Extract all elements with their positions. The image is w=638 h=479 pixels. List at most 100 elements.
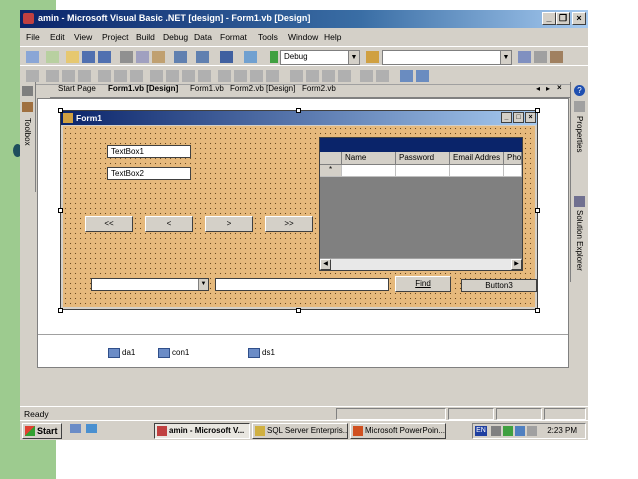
tray-app-icon[interactable] xyxy=(491,426,501,436)
grid-cell[interactable] xyxy=(342,165,396,177)
previous-record-button[interactable]: < xyxy=(145,216,193,232)
server-explorer-icon[interactable] xyxy=(22,86,33,96)
menu-view[interactable]: View xyxy=(74,32,92,42)
resize-handle[interactable] xyxy=(535,108,540,113)
menu-data[interactable]: Data xyxy=(194,32,212,42)
grid-column-password[interactable]: Password xyxy=(396,152,450,165)
language-indicator[interactable]: EN xyxy=(475,426,487,436)
search-combobox[interactable]: ▼ xyxy=(91,278,209,291)
chevron-down-icon[interactable]: ▼ xyxy=(500,51,511,64)
tab-form1-code[interactable]: Form1.vb xyxy=(190,84,224,93)
tab-form2-design[interactable]: Form2.vb [Design] xyxy=(230,84,295,93)
minimize-button[interactable]: _ xyxy=(542,12,556,25)
grid-cell[interactable] xyxy=(450,165,504,177)
center-vertically-icon[interactable] xyxy=(376,70,389,82)
align-rights-icon[interactable] xyxy=(78,70,91,82)
menu-tools[interactable]: Tools xyxy=(258,32,278,42)
resize-handle[interactable] xyxy=(535,308,540,313)
scroll-right-icon[interactable]: ▶ xyxy=(511,259,522,270)
show-desktop-icon[interactable] xyxy=(70,424,81,433)
title-bar[interactable]: amin - Microsoft Visual Basic .NET [desi… xyxy=(20,10,588,28)
menu-edit[interactable]: Edit xyxy=(50,32,65,42)
increase-spacing-icon[interactable] xyxy=(234,70,247,82)
decrease-spacing-icon[interactable] xyxy=(250,70,263,82)
tray-app-icon[interactable] xyxy=(515,426,525,436)
clock[interactable]: 2:23 PM xyxy=(547,426,577,435)
paste-icon[interactable] xyxy=(152,51,165,63)
start-icon[interactable] xyxy=(270,51,278,63)
help-icon[interactable]: ? xyxy=(574,85,585,96)
align-tops-icon[interactable] xyxy=(98,70,111,82)
center-horizontally-icon[interactable] xyxy=(360,70,373,82)
first-record-button[interactable]: << xyxy=(85,216,133,232)
tray-dataset[interactable]: ds1 xyxy=(248,348,275,358)
cut-icon[interactable] xyxy=(120,51,133,63)
form-client-area[interactable]: TextBox1 TextBox2 << < > >> Name Passwor… xyxy=(63,126,537,307)
menu-help[interactable]: Help xyxy=(324,32,341,42)
grid-cell[interactable] xyxy=(504,165,522,177)
menu-build[interactable]: Build xyxy=(136,32,155,42)
last-record-button[interactable]: >> xyxy=(265,216,313,232)
menu-window[interactable]: Window xyxy=(288,32,318,42)
textbox2[interactable]: TextBox2 xyxy=(107,167,191,180)
close-tab-icon[interactable]: × xyxy=(557,83,562,92)
tray-data-adapter[interactable]: da1 xyxy=(108,348,135,358)
align-bottoms-icon[interactable] xyxy=(130,70,143,82)
undo-icon[interactable] xyxy=(174,51,187,63)
search-textbox[interactable] xyxy=(215,278,389,291)
tab-form1-design[interactable]: Form1.vb [Design] xyxy=(108,84,178,93)
find-button[interactable]: Find xyxy=(395,276,451,292)
tray-app-icon[interactable] xyxy=(503,426,513,436)
menu-file[interactable]: File xyxy=(26,32,40,42)
align-middles-icon[interactable] xyxy=(114,70,127,82)
data-grid[interactable]: Name Password Email Addres Pho * ◀ ▶ xyxy=(319,137,523,271)
textbox1[interactable]: TextBox1 xyxy=(107,145,191,158)
menu-project[interactable]: Project xyxy=(102,32,128,42)
navigate-back-icon[interactable] xyxy=(220,51,233,63)
chevron-down-icon[interactable]: ▼ xyxy=(198,279,208,290)
copy-icon[interactable] xyxy=(136,51,149,63)
properties-icon[interactable] xyxy=(534,51,547,63)
resize-handle[interactable] xyxy=(535,208,540,213)
make-same-width-icon[interactable] xyxy=(150,70,163,82)
menu-debug[interactable]: Debug xyxy=(163,32,188,42)
resize-handle[interactable] xyxy=(58,208,63,213)
chevron-down-icon[interactable]: ▼ xyxy=(348,51,359,64)
toolbox-label[interactable]: Toolbox xyxy=(23,118,32,146)
resize-handle[interactable] xyxy=(296,108,301,113)
add-item-icon[interactable] xyxy=(46,51,59,63)
align-to-grid-icon[interactable] xyxy=(26,70,39,82)
grid-horizontal-scrollbar[interactable]: ◀ ▶ xyxy=(320,258,522,270)
tab-start-page[interactable]: Start Page xyxy=(58,84,96,93)
scroll-left-icon[interactable]: ◀ xyxy=(320,259,331,270)
task-sql-server[interactable]: SQL Server Enterpris... xyxy=(252,423,348,439)
resize-handle[interactable] xyxy=(58,108,63,113)
solution-explorer-icon[interactable] xyxy=(574,196,585,207)
find-icon[interactable] xyxy=(366,51,379,63)
make-same-size-icon[interactable] xyxy=(182,70,195,82)
save-icon[interactable] xyxy=(82,51,95,63)
toolbox-dock[interactable]: Toolbox xyxy=(20,82,36,192)
bring-to-front-icon[interactable] xyxy=(400,70,413,82)
close-button[interactable]: × xyxy=(572,12,586,25)
align-lefts-icon[interactable] xyxy=(46,70,59,82)
size-to-grid-icon[interactable] xyxy=(198,70,211,82)
toolbox-icon[interactable] xyxy=(22,102,33,112)
remove-vspacing-icon[interactable] xyxy=(338,70,351,82)
save-all-icon[interactable] xyxy=(98,51,111,63)
solution-explorer-icon[interactable] xyxy=(518,51,531,63)
form1-designer[interactable]: Form1 _ □ × TextBox1 TextBox2 << < > >> … xyxy=(60,110,538,310)
grid-column-phone[interactable]: Pho xyxy=(504,152,522,165)
redo-icon[interactable] xyxy=(196,51,209,63)
start-button[interactable]: Start xyxy=(22,423,62,439)
menu-format[interactable]: Format xyxy=(220,32,247,42)
tray-connection[interactable]: con1 xyxy=(158,348,189,358)
button3[interactable]: Button3 xyxy=(461,279,537,292)
vertical-spacing-icon[interactable] xyxy=(290,70,303,82)
properties-icon[interactable] xyxy=(574,101,585,112)
remove-spacing-icon[interactable] xyxy=(266,70,279,82)
solution-config-combo[interactable]: Debug ▼ xyxy=(280,50,360,65)
find-combo[interactable]: ▼ xyxy=(382,50,512,65)
tab-form2-code[interactable]: Form2.vb xyxy=(302,84,336,93)
solution-explorer-label[interactable]: Solution Explorer xyxy=(575,210,584,271)
